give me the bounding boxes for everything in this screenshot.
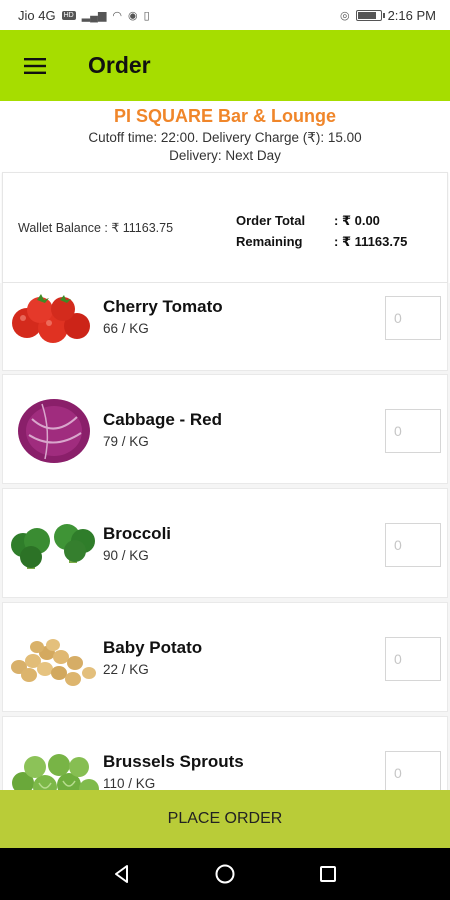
wallet-balance: Wallet Balance : ₹ 11163.75 [18, 221, 174, 235]
quantity-input[interactable] [385, 296, 441, 340]
product-name: Cabbage - Red [103, 410, 223, 429]
status-bar: Jio 4G HD ▂▄▆ ◠ ◉ ▯ ◎ 2:16 PM [0, 0, 450, 30]
quantity-input[interactable] [385, 751, 441, 790]
product-name: Brussels Sprouts [103, 752, 244, 771]
eye-icon: ◎ [339, 9, 350, 22]
cherry-tomato-image [12, 294, 90, 343]
product-item: Cherry Tomato 66 / KG [2, 283, 448, 371]
cutoff-info: Cutoff time: 22:00. Delivery Charge (₹):… [88, 130, 362, 145]
remaining-value: : ₹ 11163.75 [334, 233, 408, 249]
order-totals: Order Total : ₹ 0.00 Remaining : ₹ 11163… [236, 210, 407, 252]
product-price: 66 / KG [103, 321, 149, 336]
back-triangle-icon[interactable] [102, 854, 142, 894]
baby-potato-image [11, 639, 96, 686]
red-cabbage-image [18, 399, 90, 463]
page-title: Order [88, 52, 151, 78]
brussels-sprouts-image [12, 754, 99, 790]
product-price: 79 / KG [103, 434, 149, 449]
battery-icon [355, 9, 385, 21]
system-navigation-bar [0, 848, 450, 900]
network-badge: HD [61, 10, 76, 20]
recents-square-icon[interactable] [308, 854, 348, 894]
signal-icon: ▂▄▆ [81, 9, 107, 22]
broccoli-image [11, 524, 95, 569]
delivery-info: Delivery: Next Day [169, 148, 281, 163]
app-bar: Order [0, 30, 450, 101]
wallet-summary-card: Wallet Balance : ₹ 11163.75 Order Total … [2, 172, 448, 283]
place-order-button[interactable]: PLACE ORDER [0, 790, 450, 848]
hamburger-menu-icon[interactable] [0, 30, 70, 101]
product-list[interactable]: Cherry Tomato 66 / KG Cabbage - Red 79 /… [0, 283, 450, 790]
carrier-label: Jio 4G [18, 7, 56, 23]
notification-icon: ◉ [128, 9, 138, 22]
store-name: PI SQUARE Bar & Lounge [113, 106, 337, 126]
order-total-value: : ₹ 0.00 [334, 212, 380, 228]
product-name: Baby Potato [103, 638, 203, 657]
quantity-input[interactable] [385, 523, 441, 567]
product-price: 110 / KG [103, 776, 156, 790]
product-name: Broccoli [103, 524, 172, 543]
wifi-icon: ◠ [112, 9, 123, 22]
product-item: Broccoli 90 / KG [2, 488, 448, 598]
order-total-label: Order Total [236, 213, 306, 228]
quantity-input[interactable] [385, 409, 441, 453]
product-item: Brussels Sprouts 110 / KG [2, 716, 448, 790]
product-name: Cherry Tomato [103, 297, 223, 316]
sim-icon: ▯ [143, 9, 150, 22]
store-info: PI SQUARE Bar & Lounge Cutoff time: 22:0… [0, 101, 450, 171]
product-item: Cabbage - Red 79 / KG [2, 374, 448, 484]
remaining-label: Remaining [236, 234, 303, 249]
home-circle-icon[interactable] [205, 854, 245, 894]
product-price: 90 / KG [103, 548, 149, 563]
product-price: 22 / KG [103, 662, 149, 677]
clock: 2:16 PM [387, 7, 436, 23]
product-item: Baby Potato 22 / KG [2, 602, 448, 712]
quantity-input[interactable] [385, 637, 441, 681]
